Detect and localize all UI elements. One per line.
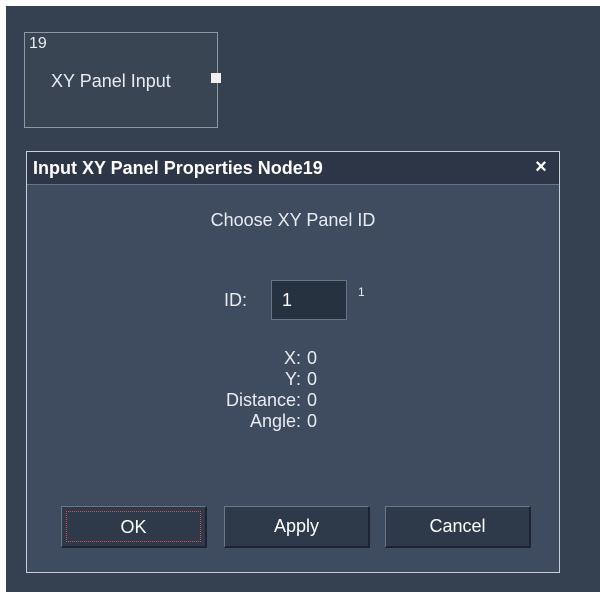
id-input[interactable] [271,280,347,320]
id-label: ID: [224,290,248,310]
choose-panel-label: Choose XY Panel ID [210,210,376,230]
ok-button[interactable]: OK [61,506,207,548]
dialog-title: Input XY Panel Properties Node19 [33,158,323,178]
readout-angle: Angle: 0 [27,411,559,432]
node-id: 19 [29,35,47,52]
readout-y: Y: 0 [27,369,559,390]
ok-button-label: OK [66,511,201,542]
node-canvas[interactable]: 19 XY Panel Input Input XY Panel Propert… [6,6,600,592]
readout-label: Angle: [249,411,301,431]
xy-panel-input-node[interactable]: 19 XY Panel Input [24,32,221,128]
readout-label: X: [283,348,301,368]
readout-label: Y: [284,369,301,389]
close-icon[interactable]: × [531,156,551,178]
apply-button[interactable]: Apply [224,506,370,548]
readout-value: 0 [307,369,318,389]
cancel-button[interactable]: Cancel [385,506,531,548]
id-suffix: 1 [358,285,365,299]
properties-dialog: Input XY Panel Properties Node19 × Choos… [26,151,560,573]
readout-value: 0 [307,411,318,431]
readout-value: 0 [307,390,318,410]
readout-x: X: 0 [27,348,559,369]
readout-value: 0 [307,348,318,368]
readout-distance: Distance: 0 [27,390,559,411]
node-label: XY Panel Input [51,71,171,91]
output-port-icon[interactable] [211,73,221,83]
readouts: X: 0 Y: 0 Distance: 0 Angle: 0 [27,348,559,432]
dialog-title-bar[interactable]: Input XY Panel Properties Node19 × [27,152,559,185]
readout-label: Distance: [225,390,301,410]
